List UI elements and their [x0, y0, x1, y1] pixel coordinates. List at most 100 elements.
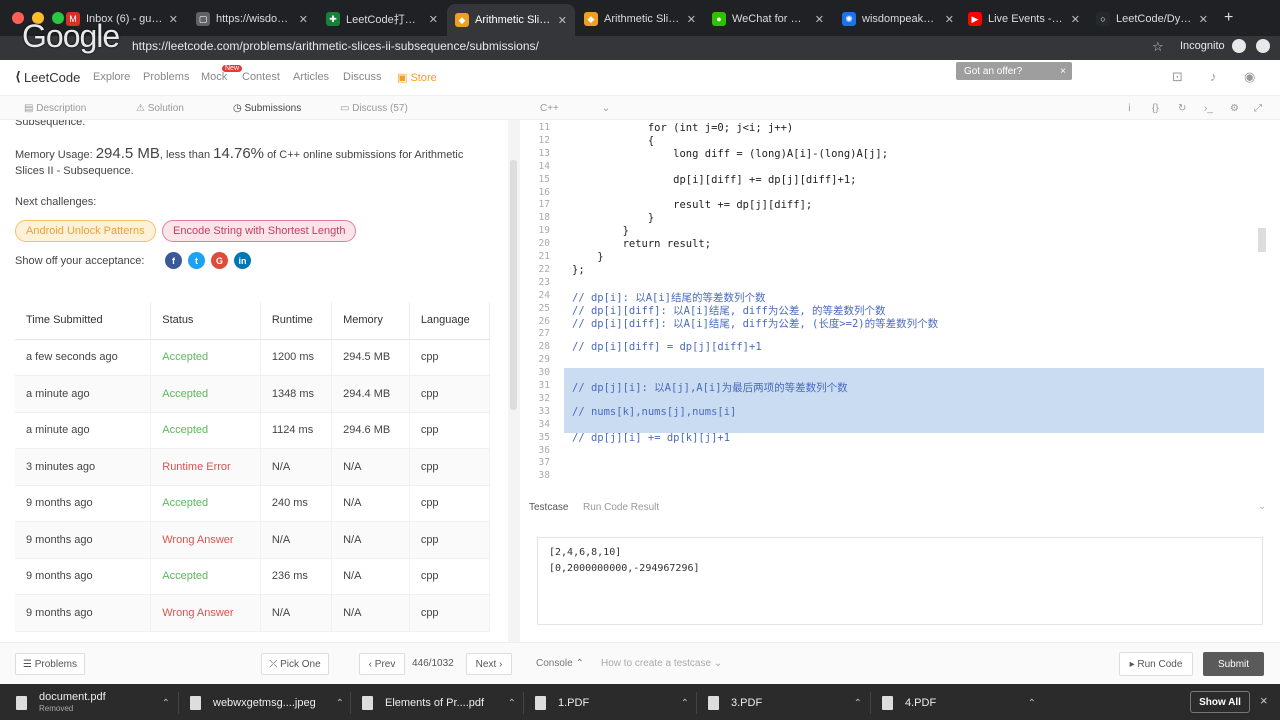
cell-status[interactable]: Runtime Error	[150, 448, 261, 486]
download-item[interactable]: 1.PDF ⌃	[535, 690, 689, 716]
table-row[interactable]: a few seconds ago Accepted 1200 ms 294.5 MB…	[15, 339, 491, 376]
close-tab-icon[interactable]: ✕	[169, 13, 178, 26]
cell-status[interactable]: Accepted	[150, 412, 261, 449]
code-editor[interactable]: 11 for (int j=0; j<i; j++) 12 {13 long di…	[520, 120, 1280, 492]
how-to-create-testcase-link[interactable]: How to create a testcase ⌄	[601, 658, 722, 669]
tab-description[interactable]: ▤ Description	[24, 103, 86, 114]
browser-tab[interactable]: ◆ Arithmetic Slices I ✕	[447, 4, 575, 36]
left-panel-scroll-thumb[interactable]	[510, 160, 517, 410]
table-row[interactable]: a minute ago Accepted 1348 ms 294.4 MB cpp	[15, 375, 491, 413]
console-toggle[interactable]: Console ⌃	[536, 658, 584, 669]
nav-explore[interactable]: Explore	[93, 71, 130, 83]
nav-mock[interactable]: Mock	[201, 71, 227, 83]
nav-discuss[interactable]: Discuss	[343, 71, 382, 83]
browser-tab[interactable]: ● WeChat for Web ✕	[704, 6, 832, 32]
terminal-icon[interactable]: ›_	[1204, 103, 1213, 114]
download-item[interactable]: 3.PDF ⌃	[708, 690, 862, 716]
nav-problems[interactable]: Problems	[143, 71, 189, 83]
incognito-icon[interactable]	[1232, 39, 1246, 53]
notification-bell-icon[interactable]: ♪	[1210, 69, 1217, 84]
cell-status[interactable]: Wrong Answer	[150, 521, 261, 559]
pick-one-button[interactable]: ⤫ Pick One	[261, 653, 329, 675]
close-tab-icon[interactable]: ✕	[558, 14, 567, 27]
cell-status[interactable]: Wrong Answer	[150, 594, 261, 632]
close-tab-icon[interactable]: ✕	[299, 13, 308, 26]
settings-gear-icon[interactable]: ⚙	[1230, 103, 1239, 114]
new-tab-icon[interactable]: +	[1224, 9, 1233, 27]
chevron-up-icon[interactable]: ⌃	[336, 698, 344, 709]
tab-submissions[interactable]: ◷ Submissions	[233, 103, 301, 114]
browser-tab[interactable]: ○ LeetCode/Dynami ✕	[1088, 6, 1216, 32]
browser-tab[interactable]: ▶ Live Events - YouT ✕	[960, 6, 1088, 32]
download-item[interactable]: Elements of Pr....pdf ⌃	[362, 690, 516, 716]
info-icon[interactable]: ⅰ	[1128, 103, 1131, 114]
close-tab-icon[interactable]: ✕	[815, 13, 824, 26]
next-button[interactable]: Next ›	[466, 653, 512, 675]
chevron-up-icon[interactable]: ⌃	[162, 698, 170, 709]
testcase-input[interactable]: [2,4,6,8,10] [0,2000000000,-294967296]	[537, 537, 1263, 625]
twitter-icon[interactable]: t	[188, 252, 205, 269]
table-row[interactable]: 3 minutes ago Runtime Error N/A N/A cpp	[15, 448, 491, 486]
close-tab-icon[interactable]: ✕	[1199, 13, 1208, 26]
cell-status[interactable]: Accepted	[150, 339, 261, 376]
submit-button[interactable]: Submit	[1203, 652, 1264, 676]
browser-tab[interactable]: ▢ https://wisdompea ✕	[188, 6, 316, 32]
tab-solution[interactable]: ⚠ Solution	[136, 103, 184, 114]
table-row[interactable]: 9 months ago Wrong Answer N/A N/A cpp	[15, 521, 491, 559]
collapse-chevron-icon[interactable]: ⌄	[1258, 501, 1266, 512]
user-avatar-icon[interactable]: ◉	[1244, 69, 1255, 85]
browser-tab[interactable]: ◆ Arithmetic Slices I ✕	[576, 6, 704, 32]
leetcode-brand[interactable]: ⟨ LeetCode	[15, 69, 80, 85]
fullscreen-icon[interactable]: ⤢	[1254, 103, 1262, 114]
close-tab-icon[interactable]: ✕	[1071, 13, 1080, 26]
cell-status[interactable]: Accepted	[150, 485, 261, 522]
cell-status[interactable]: Accepted	[150, 558, 261, 595]
close-tab-icon[interactable]: ✕	[687, 13, 696, 26]
close-tab-icon[interactable]: ✕	[429, 13, 438, 26]
table-row[interactable]: 9 months ago Wrong Answer N/A N/A cpp	[15, 594, 491, 632]
line-number: 36	[538, 444, 550, 456]
code-comment: // dp[i][diff]: 以A[i]结尾, diff为公差, (长度>=2…	[572, 317, 939, 330]
close-offer-icon[interactable]: ×	[1060, 66, 1066, 77]
browser-tab[interactable]: ✚ LeetCode打卡记录 ✕	[318, 6, 446, 32]
cell-status[interactable]: Accepted	[150, 375, 261, 413]
google-plus-icon[interactable]: G	[211, 252, 228, 269]
table-row[interactable]: 9 months ago Accepted 240 ms N/A cpp	[15, 485, 491, 522]
prev-button[interactable]: ‹ Prev	[359, 653, 405, 675]
challenge-encode-string[interactable]: Encode String with Shortest Length	[162, 220, 357, 242]
bookmark-star-icon[interactable]: ☆	[1152, 39, 1164, 55]
offer-banner[interactable]: Got an offer? ×	[956, 62, 1072, 80]
chevron-up-icon[interactable]: ⌃	[1028, 698, 1036, 709]
run-code-label: Run Code	[1137, 658, 1183, 670]
tab-discuss[interactable]: ▭ Discuss (57)	[340, 103, 408, 114]
nav-articles[interactable]: Articles	[293, 71, 329, 83]
run-code-button[interactable]: ▸ Run Code	[1119, 652, 1193, 676]
download-item[interactable]: webwxgetmsg....jpeg ⌃	[190, 690, 344, 716]
nav-store[interactable]: ▣ Store	[397, 71, 437, 84]
show-all-downloads-button[interactable]: Show All	[1190, 691, 1250, 713]
download-item[interactable]: document.pdf Removed ⌃	[16, 690, 170, 716]
reset-icon[interactable]: ↻	[1178, 103, 1186, 114]
table-row[interactable]: a minute ago Accepted 1124 ms 294.6 MB cpp	[15, 412, 491, 449]
chevron-up-icon[interactable]: ⌃	[681, 698, 689, 709]
tab-testcase[interactable]: Testcase	[529, 502, 568, 513]
url-field[interactable]: https://leetcode.com/problems/arithmetic…	[132, 39, 539, 53]
table-row[interactable]: 9 months ago Accepted 236 ms N/A cpp	[15, 558, 491, 595]
facebook-icon[interactable]: f	[165, 252, 182, 269]
profile-icon[interactable]	[1256, 39, 1270, 53]
linkedin-icon[interactable]: in	[234, 252, 251, 269]
editor-scroll-thumb[interactable]	[1258, 228, 1266, 252]
close-downloads-icon[interactable]: ×	[1260, 693, 1268, 708]
nav-contest[interactable]: Contest	[242, 71, 280, 83]
chevron-up-icon[interactable]: ⌃	[854, 698, 862, 709]
challenge-android-unlock[interactable]: Android Unlock Patterns	[15, 220, 156, 242]
browser-tab[interactable]: ✺ wisdompeak2 - ~ ✕	[834, 6, 962, 32]
tab-run-code-result[interactable]: Run Code Result	[583, 502, 659, 513]
chevron-up-icon[interactable]: ⌃	[508, 698, 516, 709]
problems-button[interactable]: ☰ Problems	[15, 653, 85, 675]
close-tab-icon[interactable]: ✕	[945, 13, 954, 26]
download-item[interactable]: 4.PDF ⌃	[882, 690, 1036, 716]
braces-icon[interactable]: {}	[1152, 103, 1159, 114]
playground-icon[interactable]: ⊡	[1172, 69, 1183, 85]
language-select[interactable]: C++ ⌄	[540, 103, 610, 114]
